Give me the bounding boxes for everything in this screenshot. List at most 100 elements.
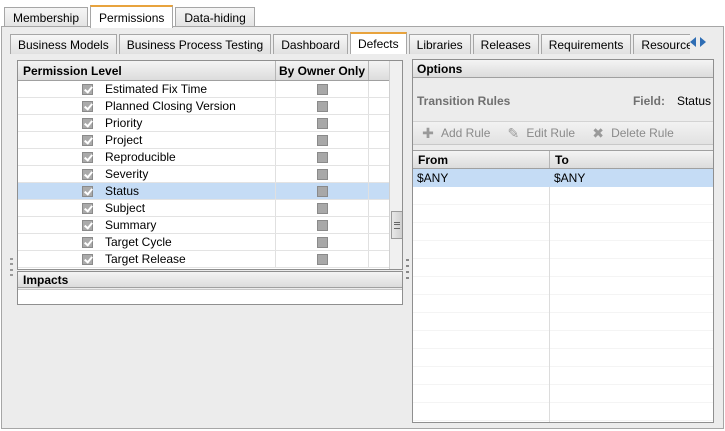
tab-permissions[interactable]: Permissions [90,5,174,28]
permission-level-table: Permission Level By Owner Only Estimated… [17,60,403,270]
permission-checkbox[interactable] [82,202,93,214]
column-header-permission-level[interactable]: Permission Level [18,61,276,80]
field-value: Status [676,94,711,108]
owner-only-cell [276,115,369,131]
permission-row[interactable]: Priority [18,115,389,132]
owner-only-cell [276,132,369,148]
pencil-icon: ✎ [507,125,520,141]
scrollbar-thumb[interactable] [391,211,402,239]
permission-label: Estimated Fix Time [105,82,208,96]
owner-only-checkbox[interactable] [316,168,328,180]
owner-only-cell [276,166,369,182]
owner-only-checkbox[interactable] [316,83,328,95]
tab-dashboard[interactable]: Dashboard [273,34,348,54]
delete-rule-button[interactable]: ✖ Delete Rule [591,126,674,140]
tab-scroll-arrows [690,37,706,47]
permission-label: Target Release [105,252,186,266]
options-title: Options [413,60,713,78]
tab-label: Data-hiding [184,11,246,25]
permission-row[interactable]: Summary [18,217,389,234]
transition-rules-header: Transition Rules Field: Status [417,94,711,108]
column-header-to[interactable]: To [550,151,713,168]
permission-label: Severity [105,167,149,181]
tab-requirements[interactable]: Requirements [540,34,632,54]
permission-checkbox[interactable] [82,219,93,231]
permission-label: Project [105,133,143,147]
tab-resources[interactable]: Resources [633,34,690,54]
defects-permissions-content: Permission Level By Owner Only Estimated… [10,54,716,424]
permission-cell: Estimated Fix Time [18,81,276,97]
tab-releases[interactable]: Releases [472,34,539,54]
permission-checkbox[interactable] [82,168,93,180]
permission-table-scrollbar[interactable] [389,61,402,269]
tab-business-process-testing[interactable]: Business Process Testing [118,34,272,54]
edit-rule-label: Edit Rule [526,126,576,140]
permission-checkbox[interactable] [82,253,93,265]
permission-row[interactable]: Severity [18,166,389,183]
owner-only-checkbox[interactable] [316,185,328,197]
column-header-from[interactable]: From [413,151,550,168]
permission-row[interactable]: Planned Closing Version [18,98,389,115]
edit-rule-button[interactable]: ✎ Edit Rule [506,125,576,141]
transition-rules-table: From To $ANY $ANY [413,150,713,422]
tab-label: Defects [357,37,399,51]
permission-checkbox[interactable] [82,236,93,248]
permission-row[interactable]: Project [18,132,389,149]
owner-only-checkbox[interactable] [316,134,328,146]
owner-only-checkbox[interactable] [316,253,328,265]
permission-cell: Status [18,183,276,199]
permission-row[interactable]: Subject [18,200,389,217]
tab-label: Releases [480,37,531,52]
permission-label: Reproducible [105,150,176,164]
delete-rule-label: Delete Rule [611,126,674,140]
permission-cell: Severity [18,166,276,182]
column-header-by-owner-only[interactable]: By Owner Only [276,61,369,80]
rules-table-header: From To [413,151,713,169]
field-label: Field: [632,94,665,108]
owner-only-cell [276,200,369,216]
arrow-left-icon[interactable] [690,37,696,47]
permission-cell: Priority [18,115,276,131]
left-splitter-handle[interactable] [10,258,14,276]
permission-checkbox[interactable] [82,151,93,163]
permission-rows: Estimated Fix Time Planned Closing Versio… [18,81,389,268]
permission-cell: Summary [18,217,276,233]
permission-checkbox[interactable] [82,83,93,95]
tab-label: Requirements [548,37,624,52]
permission-checkbox[interactable] [82,185,93,197]
owner-only-checkbox[interactable] [316,151,328,163]
top-tab-bar: Membership Permissions Data-hiding [4,5,257,28]
owner-only-checkbox[interactable] [316,219,328,231]
panel-splitter-handle[interactable] [406,259,410,279]
tab-business-models[interactable]: Business Models [10,34,117,54]
tab-label: Dashboard [281,37,340,52]
impacts-body [18,289,402,304]
owner-only-cell [276,183,369,199]
owner-only-checkbox[interactable] [316,202,328,214]
add-rule-label: Add Rule [441,126,491,140]
tab-data-hiding[interactable]: Data-hiding [175,7,255,28]
permission-checkbox[interactable] [82,117,93,129]
permission-checkbox[interactable] [82,134,93,146]
transition-rules-label: Transition Rules [417,94,511,108]
add-rule-button[interactable]: ✚ Add Rule [421,126,490,140]
owner-only-checkbox[interactable] [316,117,328,129]
plus-icon: ✚ [422,125,434,141]
owner-only-checkbox[interactable] [316,100,328,112]
permission-row[interactable]: Estimated Fix Time [18,81,389,98]
tab-libraries[interactable]: Libraries [408,34,471,54]
permission-row[interactable]: Target Release [18,251,389,268]
rule-from-cell: $ANY [417,171,449,185]
permission-row[interactable]: Target Cycle [18,234,389,251]
permission-row[interactable]: Reproducible [18,149,389,166]
tab-membership[interactable]: Membership [4,7,89,28]
rule-row[interactable]: $ANY $ANY [413,169,713,187]
permission-checkbox[interactable] [82,100,93,112]
owner-only-checkbox[interactable] [316,236,328,248]
options-panel: Options Transition Rules Field: Status ✚… [412,59,714,423]
tab-defects[interactable]: Defects [349,32,407,54]
permission-row[interactable]: Status [18,183,389,200]
arrow-right-icon[interactable] [700,37,706,47]
permission-cell: Reproducible [18,149,276,165]
transition-rules-toolbar: ✚ Add Rule ✎ Edit Rule ✖ Delete Rule [413,121,713,145]
